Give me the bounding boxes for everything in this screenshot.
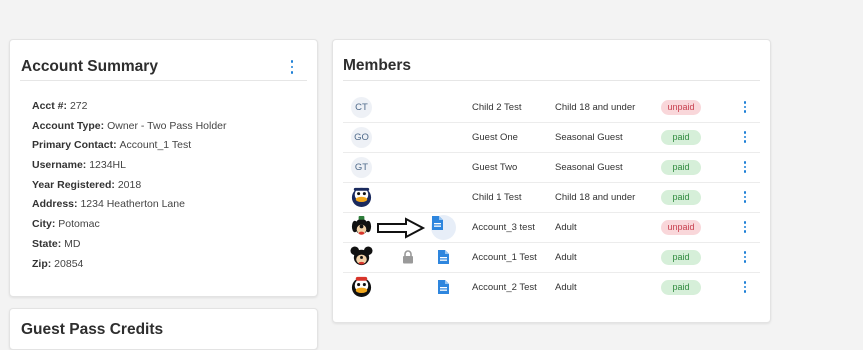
- member-menu-icon[interactable]: [739, 101, 751, 113]
- member-initials-avatar: GT: [351, 157, 372, 178]
- member-row: Account_2 Test Adult paid: [343, 273, 760, 302]
- city-row: City: Potomac: [32, 218, 100, 231]
- member-name: Account_2 Test: [472, 282, 537, 293]
- member-initials-avatar: CT: [351, 97, 372, 118]
- status-badge: paid: [661, 250, 701, 265]
- duck-avatar-icon: [351, 276, 372, 298]
- status-badge: unpaid: [661, 220, 701, 235]
- divider: [20, 80, 307, 81]
- divider: [343, 80, 760, 81]
- member-type: Seasonal Guest: [555, 132, 623, 143]
- member-row: Child 1 Test Child 18 and under paid: [343, 183, 760, 213]
- member-type: Adult: [555, 282, 577, 293]
- member-menu-icon[interactable]: [739, 161, 751, 173]
- zip-row: Zip: 20854: [32, 257, 84, 270]
- member-type: Adult: [555, 252, 577, 263]
- member-name: Child 1 Test: [472, 192, 522, 203]
- document-icon[interactable]: [437, 249, 450, 265]
- acct-number-row: Acct #: 272: [32, 100, 88, 112]
- account-type-row: Account Type: Owner - Two Pass Holder: [32, 119, 227, 132]
- year-registered-row: Year Registered: 2018: [32, 178, 142, 191]
- member-row: Account_1 Test Adult paid: [343, 243, 760, 273]
- document-icon[interactable]: [437, 279, 450, 295]
- member-row: GO Guest One Seasonal Guest paid: [343, 123, 760, 153]
- member-name: Child 2 Test: [472, 102, 522, 113]
- duck-avatar-icon: [351, 187, 372, 208]
- guest-pass-credits-title: Guest Pass Credits: [21, 321, 164, 338]
- members-card: Members CT Child 2 Test Child 18 and und…: [332, 39, 771, 323]
- account-summary-card: Account Summary Acct #: 272 Account Type…: [9, 39, 318, 297]
- member-type: Child 18 and under: [555, 102, 636, 113]
- account-details: Acct #: 272 Account Type: Owner - Two Pa…: [32, 97, 227, 274]
- guest-pass-credits-card: Guest Pass Credits: [9, 308, 318, 350]
- member-name: Guest Two: [472, 162, 518, 173]
- dog-avatar-icon: [351, 215, 372, 235]
- account-summary-menu-icon[interactable]: [286, 60, 298, 74]
- member-menu-icon[interactable]: [739, 281, 751, 293]
- username-row: Username: 1234HL: [32, 159, 126, 172]
- member-name: Account_3 test: [472, 222, 535, 233]
- member-row: CT Child 2 Test Child 18 and under unpai…: [343, 93, 760, 123]
- status-badge: paid: [661, 190, 701, 205]
- lock-icon: [403, 250, 413, 264]
- arrow-annotation-icon: [377, 217, 426, 239]
- member-menu-icon[interactable]: [739, 131, 751, 143]
- primary-contact-row: Primary Contact: Account_1 Test: [32, 139, 192, 152]
- status-badge: unpaid: [661, 100, 701, 115]
- account-summary-title: Account Summary: [21, 58, 158, 75]
- member-menu-icon[interactable]: [739, 191, 751, 203]
- address-row: Address: 1234 Heatherton Lane: [32, 198, 185, 211]
- state-row: State: MD: [32, 237, 81, 250]
- members-title: Members: [343, 57, 412, 74]
- status-badge: paid: [661, 130, 701, 145]
- member-menu-icon[interactable]: [739, 221, 751, 233]
- status-badge: paid: [661, 280, 701, 295]
- document-icon[interactable]: [431, 215, 456, 240]
- member-row: GT Guest Two Seasonal Guest paid: [343, 153, 760, 183]
- member-type: Adult: [555, 222, 577, 233]
- member-type: Seasonal Guest: [555, 162, 623, 173]
- status-badge: paid: [661, 160, 701, 175]
- member-name: Account_1 Test: [472, 252, 537, 263]
- member-type: Child 18 and under: [555, 192, 636, 203]
- member-row: Account_3 test Adult unpaid: [343, 213, 760, 243]
- member-menu-icon[interactable]: [739, 251, 751, 263]
- member-name: Guest One: [472, 132, 518, 143]
- member-initials-avatar: GO: [351, 127, 372, 148]
- mouse-avatar-icon: [350, 246, 373, 266]
